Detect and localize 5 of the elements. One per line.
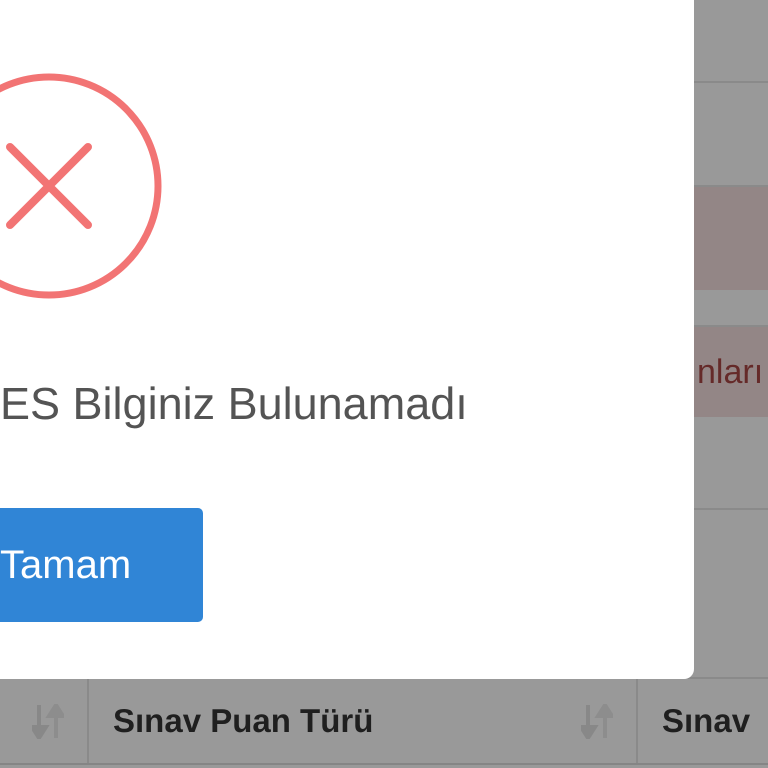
dialog-message: ES Bilginiz Bulunamadı	[0, 378, 468, 430]
alert-text: nları	[697, 352, 764, 392]
column-header[interactable]: Sınav	[638, 679, 768, 763]
confirm-button[interactable]: Tamam	[0, 508, 203, 622]
error-icon	[0, 71, 162, 301]
